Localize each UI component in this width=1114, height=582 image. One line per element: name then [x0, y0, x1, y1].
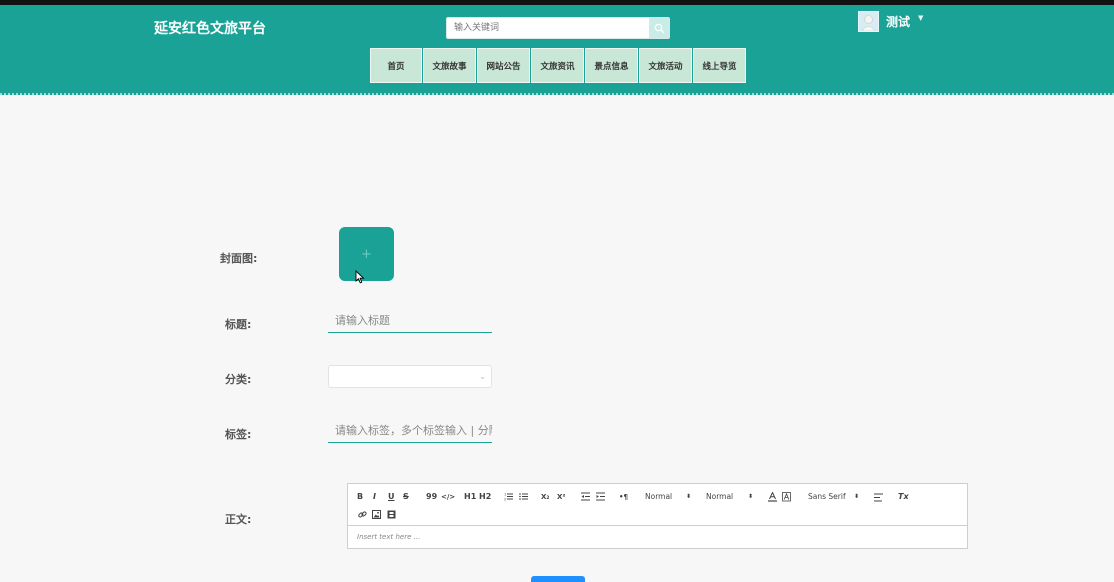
size-picker[interactable]: Normal — [645, 492, 672, 502]
editor-content[interactable]: Insert text here ... — [357, 533, 420, 541]
search-input[interactable] — [447, 18, 649, 38]
site-header: 延安红色文旅平台 测试 ▼ 首页 文旅故事 网站公告 文旅资讯 景点信息 文旅活… — [0, 5, 1114, 95]
category-select[interactable]: ⌄ — [328, 365, 492, 388]
avatar[interactable] — [858, 10, 879, 32]
title-input[interactable] — [328, 309, 492, 333]
text-direction-button[interactable]: •¶ — [619, 492, 628, 502]
italic-button[interactable]: I — [373, 492, 376, 502]
nav-item-online-tour[interactable]: 线上导览 — [693, 48, 746, 83]
indent-icon[interactable] — [596, 492, 605, 501]
video-icon[interactable] — [387, 510, 396, 519]
category-label: 分类: — [225, 373, 252, 386]
bold-button[interactable]: B — [357, 492, 363, 502]
submit-button[interactable] — [531, 576, 585, 582]
chevron-down-icon: ⌄ — [479, 372, 486, 381]
avatar-image-icon — [859, 11, 878, 31]
mouse-cursor-icon — [355, 270, 365, 284]
background-color-icon[interactable] — [782, 492, 791, 502]
site-title[interactable]: 延安红色文旅平台 — [154, 18, 266, 38]
underline-button[interactable]: U — [388, 492, 395, 502]
header-picker[interactable]: Normal — [706, 492, 733, 502]
user-name[interactable]: 测试 — [886, 13, 910, 30]
subscript-button[interactable]: X₂ — [541, 492, 549, 502]
tags-input[interactable] — [328, 419, 492, 443]
main-nav: 首页 文旅故事 网站公告 文旅资讯 景点信息 文旅活动 线上导览 — [370, 48, 747, 83]
superscript-button[interactable]: X² — [557, 492, 565, 502]
font-picker[interactable]: Sans Serif — [808, 492, 846, 502]
strike-button[interactable]: S — [403, 492, 409, 502]
link-icon[interactable] — [358, 510, 367, 519]
cover-upload-button[interactable]: + — [339, 227, 394, 281]
blockquote-button[interactable]: 99 — [426, 492, 437, 502]
cover-label: 封面图: — [220, 252, 258, 265]
header-1-button[interactable]: H1 — [464, 492, 476, 502]
text-color-icon[interactable] — [768, 492, 777, 502]
bullet-list-icon[interactable] — [519, 492, 528, 501]
clean-format-button[interactable]: Tx — [898, 492, 909, 502]
svg-text:2: 2 — [504, 498, 506, 502]
chevron-updown-icon: ⬍ — [854, 493, 860, 500]
nav-item-news[interactable]: 文旅资讯 — [531, 48, 584, 83]
image-icon[interactable] — [372, 510, 381, 519]
chevron-down-icon[interactable]: ▼ — [918, 14, 923, 22]
nav-item-announcements[interactable]: 网站公告 — [477, 48, 530, 83]
title-label: 标题: — [225, 318, 252, 331]
search-button[interactable] — [649, 18, 669, 38]
search-box — [446, 17, 670, 39]
align-icon[interactable] — [874, 493, 883, 502]
tags-label: 标签: — [225, 428, 252, 441]
body-label: 正文: — [225, 513, 252, 526]
code-button[interactable]: </> — [441, 492, 455, 502]
plus-icon: + — [361, 246, 372, 262]
svg-text:1: 1 — [504, 493, 506, 497]
rich-text-editor: B I U S 99 </> H1 H2 1 2 X₂ X² •¶ Normal… — [347, 483, 968, 549]
nav-item-attractions[interactable]: 景点信息 — [585, 48, 638, 83]
user-menu[interactable]: 测试 ▼ — [858, 9, 923, 33]
header-2-button[interactable]: H2 — [479, 492, 491, 502]
editor-toolbar: B I U S 99 </> H1 H2 1 2 X₂ X² •¶ Normal… — [348, 484, 967, 526]
nav-item-activities[interactable]: 文旅活动 — [639, 48, 692, 83]
ordered-list-icon[interactable]: 1 2 — [504, 492, 513, 501]
nav-item-home[interactable]: 首页 — [370, 48, 422, 83]
outdent-icon[interactable] — [581, 492, 590, 501]
chevron-updown-icon: ⬍ — [686, 493, 692, 500]
search-icon — [654, 23, 664, 33]
nav-item-stories[interactable]: 文旅故事 — [423, 48, 476, 83]
chevron-updown-icon: ⬍ — [748, 493, 754, 500]
